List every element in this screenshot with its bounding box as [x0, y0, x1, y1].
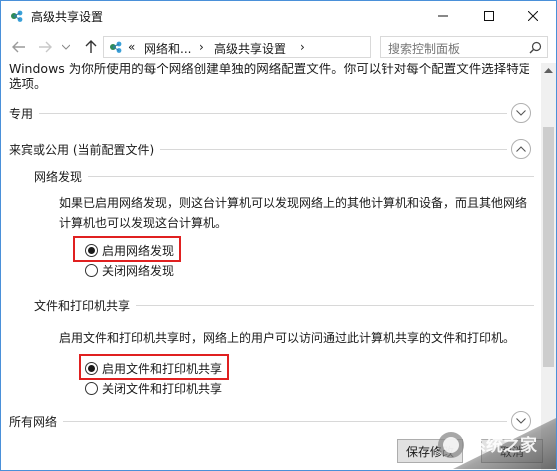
section-all-networks[interactable]: 所有网络 [9, 411, 537, 433]
expand-all-networks-button[interactable] [511, 411, 531, 431]
chevron-down-icon [62, 44, 70, 50]
scroll-up-icon[interactable] [544, 67, 553, 73]
search-placeholder: 搜索控制面板 [388, 42, 461, 56]
file-printer-sharing-description: 启用文件和打印机共享时，网络上的用户可以访问通过此计算机共享的文件和打印机。 [59, 331, 516, 345]
section-guest-public[interactable]: 来宾或公用 (当前配置文件) [9, 139, 537, 161]
file-printer-sharing-header: 文件和打印机共享 [34, 295, 534, 315]
radio-disable-network-discovery[interactable]: 关闭网络发现 [85, 261, 174, 279]
cancel-button[interactable]: 取消 [481, 439, 543, 463]
title-bar: 高级共享设置 [1, 1, 556, 31]
settings-content: Windows 为你所使用的每个网络创建单独的网络配置文件。你可以针对每个配置文… [1, 63, 541, 470]
network-discovery-description: 如果已启用网络发现，则这台计算机可以发现网络上的其他计算机和设备，而且其他网络计… [59, 196, 528, 230]
breadcrumb-separator-2[interactable]: › [300, 40, 305, 54]
back-button[interactable] [9, 37, 29, 57]
recent-locations-button[interactable] [59, 37, 73, 57]
arrow-up-icon [85, 40, 97, 53]
breadcrumb-separator[interactable]: › [199, 40, 204, 54]
section-guest-public-label: 来宾或公用 (当前配置文件) [9, 141, 161, 158]
intro-text-2: 选项。 [9, 76, 47, 91]
cancel-label: 取消 [499, 444, 524, 459]
chevron-down-icon [516, 110, 526, 116]
file-printer-sharing-label: 文件和打印机共享 [34, 297, 137, 314]
divider [9, 113, 507, 114]
chevron-down-icon [516, 418, 526, 424]
maximize-icon [484, 11, 494, 21]
section-all-networks-label: 所有网络 [9, 413, 64, 430]
breadcrumb-network[interactable]: 网络和... [144, 40, 191, 57]
scrollbar-thumb[interactable] [543, 127, 554, 367]
forward-button[interactable] [35, 37, 55, 57]
expand-private-button[interactable] [511, 103, 531, 123]
network-settings-icon [110, 41, 122, 53]
close-button[interactable] [510, 1, 556, 31]
radio-disable-file-printer-sharing[interactable]: 关闭文件和打印机共享 [85, 379, 222, 397]
radio-button[interactable] [85, 381, 98, 395]
radio-label: 关闭文件和打印机共享 [102, 381, 223, 396]
save-changes-button[interactable]: 保存修改 [397, 439, 463, 463]
intro-text: Windows 为你所使用的每个网络创建单独的网络配置文件。你可以针对每个配置文… [9, 63, 529, 76]
search-input[interactable]: 搜索控制面板 [380, 36, 548, 58]
highlight-box [73, 236, 181, 262]
arrow-right-icon [39, 41, 52, 53]
save-changes-label: 保存修改 [405, 444, 454, 459]
chevron-up-icon [516, 146, 526, 152]
navigation-bar: « 网络和... › 高级共享设置 › 搜索控制面板 [1, 31, 556, 63]
window-title: 高级共享设置 [31, 10, 104, 24]
up-button[interactable] [81, 37, 101, 57]
vertical-scrollbar[interactable] [541, 63, 556, 470]
minimize-button[interactable] [420, 1, 466, 31]
address-bar[interactable]: « 网络和... › 高级共享设置 › [103, 36, 463, 58]
network-discovery-label: 网络发现 [34, 168, 89, 185]
network-settings-icon [11, 10, 23, 22]
breadcrumb-advanced-sharing[interactable]: 高级共享设置 [214, 40, 286, 57]
search-icon[interactable] [529, 41, 542, 54]
arrow-left-icon [12, 41, 25, 53]
divider [34, 176, 534, 177]
divider [9, 421, 507, 422]
section-private-label: 专用 [9, 105, 40, 122]
minimize-icon [438, 15, 448, 17]
radio-label: 关闭网络发现 [102, 263, 175, 278]
collapse-guest-public-button[interactable] [511, 139, 531, 159]
address-overflow[interactable]: « [128, 40, 135, 54]
advanced-sharing-window: 高级共享设置 « 网络和... › 高级共享设置 › 搜索控制面板 Window… [0, 0, 557, 471]
section-private[interactable]: 专用 [9, 103, 537, 125]
radio-button[interactable] [85, 263, 98, 277]
maximize-button[interactable] [466, 1, 512, 31]
network-discovery-header: 网络发现 [34, 166, 534, 186]
close-icon [528, 11, 538, 21]
highlight-box [79, 354, 229, 380]
